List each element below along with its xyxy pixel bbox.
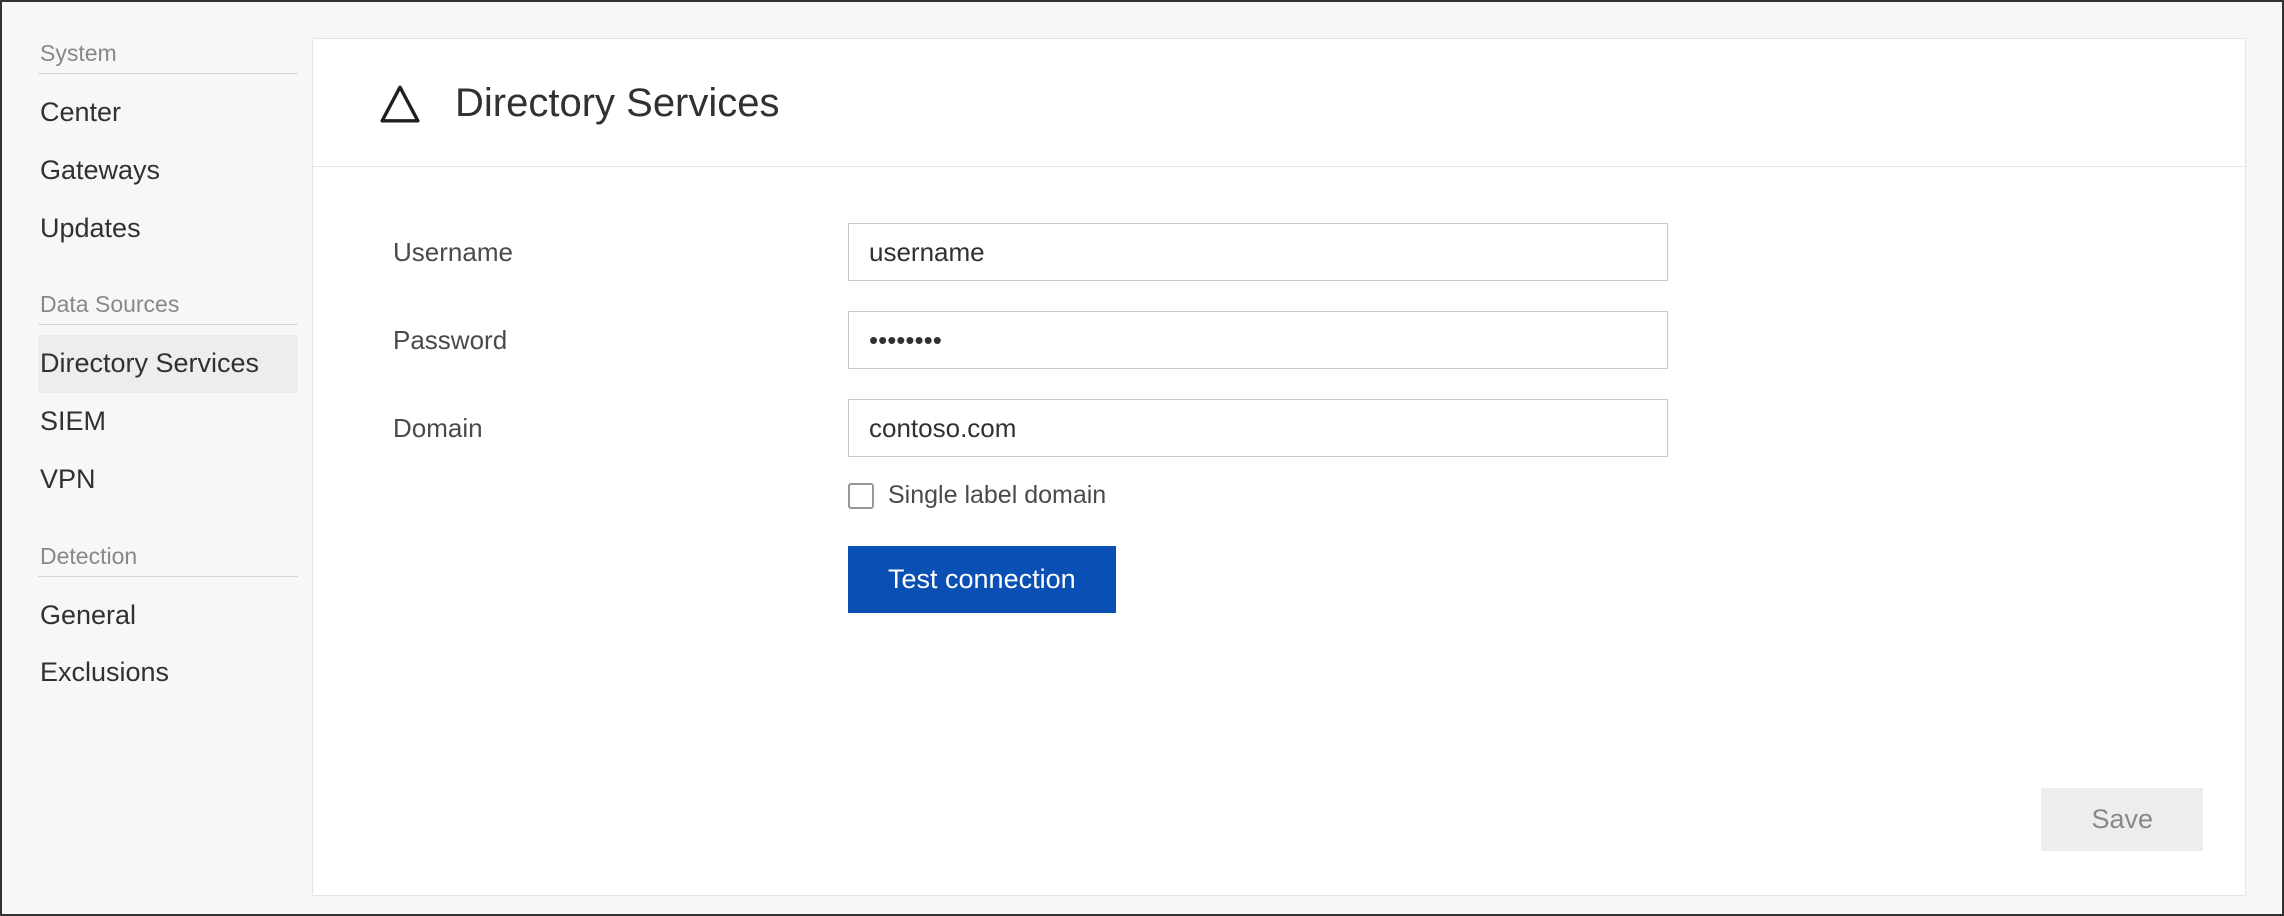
sidebar-section-system: System Center Gateways Updates [38, 40, 298, 257]
sidebar-item-general[interactable]: General [38, 587, 298, 645]
panel-header: Directory Services [313, 39, 2245, 167]
panel-body: Username Password Domain Single label do… [313, 167, 2245, 613]
sidebar-section-data-sources: Data Sources Directory Services SIEM VPN [38, 291, 298, 508]
test-connection-button[interactable]: Test connection [848, 546, 1116, 613]
sidebar-section-label: Data Sources [38, 291, 298, 325]
single-label-domain-row: Single label domain [848, 481, 2189, 510]
sidebar-section-label: System [38, 40, 298, 74]
sidebar-item-siem[interactable]: SIEM [38, 393, 298, 451]
sidebar-item-directory-services[interactable]: Directory Services [38, 335, 298, 393]
page-title: Directory Services [455, 81, 780, 126]
password-input[interactable] [848, 311, 1668, 369]
sidebar-item-vpn[interactable]: VPN [38, 451, 298, 509]
domain-label: Domain [393, 413, 848, 444]
password-label: Password [393, 325, 848, 356]
sidebar-item-exclusions[interactable]: Exclusions [38, 644, 298, 702]
test-connection-row: Test connection [848, 546, 2189, 613]
form-row-domain: Domain [393, 399, 2189, 457]
username-input[interactable] [848, 223, 1668, 281]
single-label-domain-checkbox[interactable] [848, 483, 874, 509]
form-row-username: Username [393, 223, 2189, 281]
domain-input[interactable] [848, 399, 1668, 457]
sidebar-section-label: Detection [38, 543, 298, 577]
sidebar-item-gateways[interactable]: Gateways [38, 142, 298, 200]
sidebar-item-center[interactable]: Center [38, 84, 298, 142]
sidebar-item-updates[interactable]: Updates [38, 200, 298, 258]
username-label: Username [393, 237, 848, 268]
sidebar-section-detection: Detection General Exclusions [38, 543, 298, 703]
save-button[interactable]: Save [2041, 788, 2203, 851]
single-label-domain-label: Single label domain [888, 481, 1106, 510]
settings-panel: Directory Services Username Password Dom… [312, 38, 2246, 896]
sidebar: System Center Gateways Updates Data Sour… [2, 2, 312, 914]
form-row-password: Password [393, 311, 2189, 369]
main-content: Directory Services Username Password Dom… [312, 2, 2282, 914]
warning-triangle-icon [379, 83, 421, 125]
